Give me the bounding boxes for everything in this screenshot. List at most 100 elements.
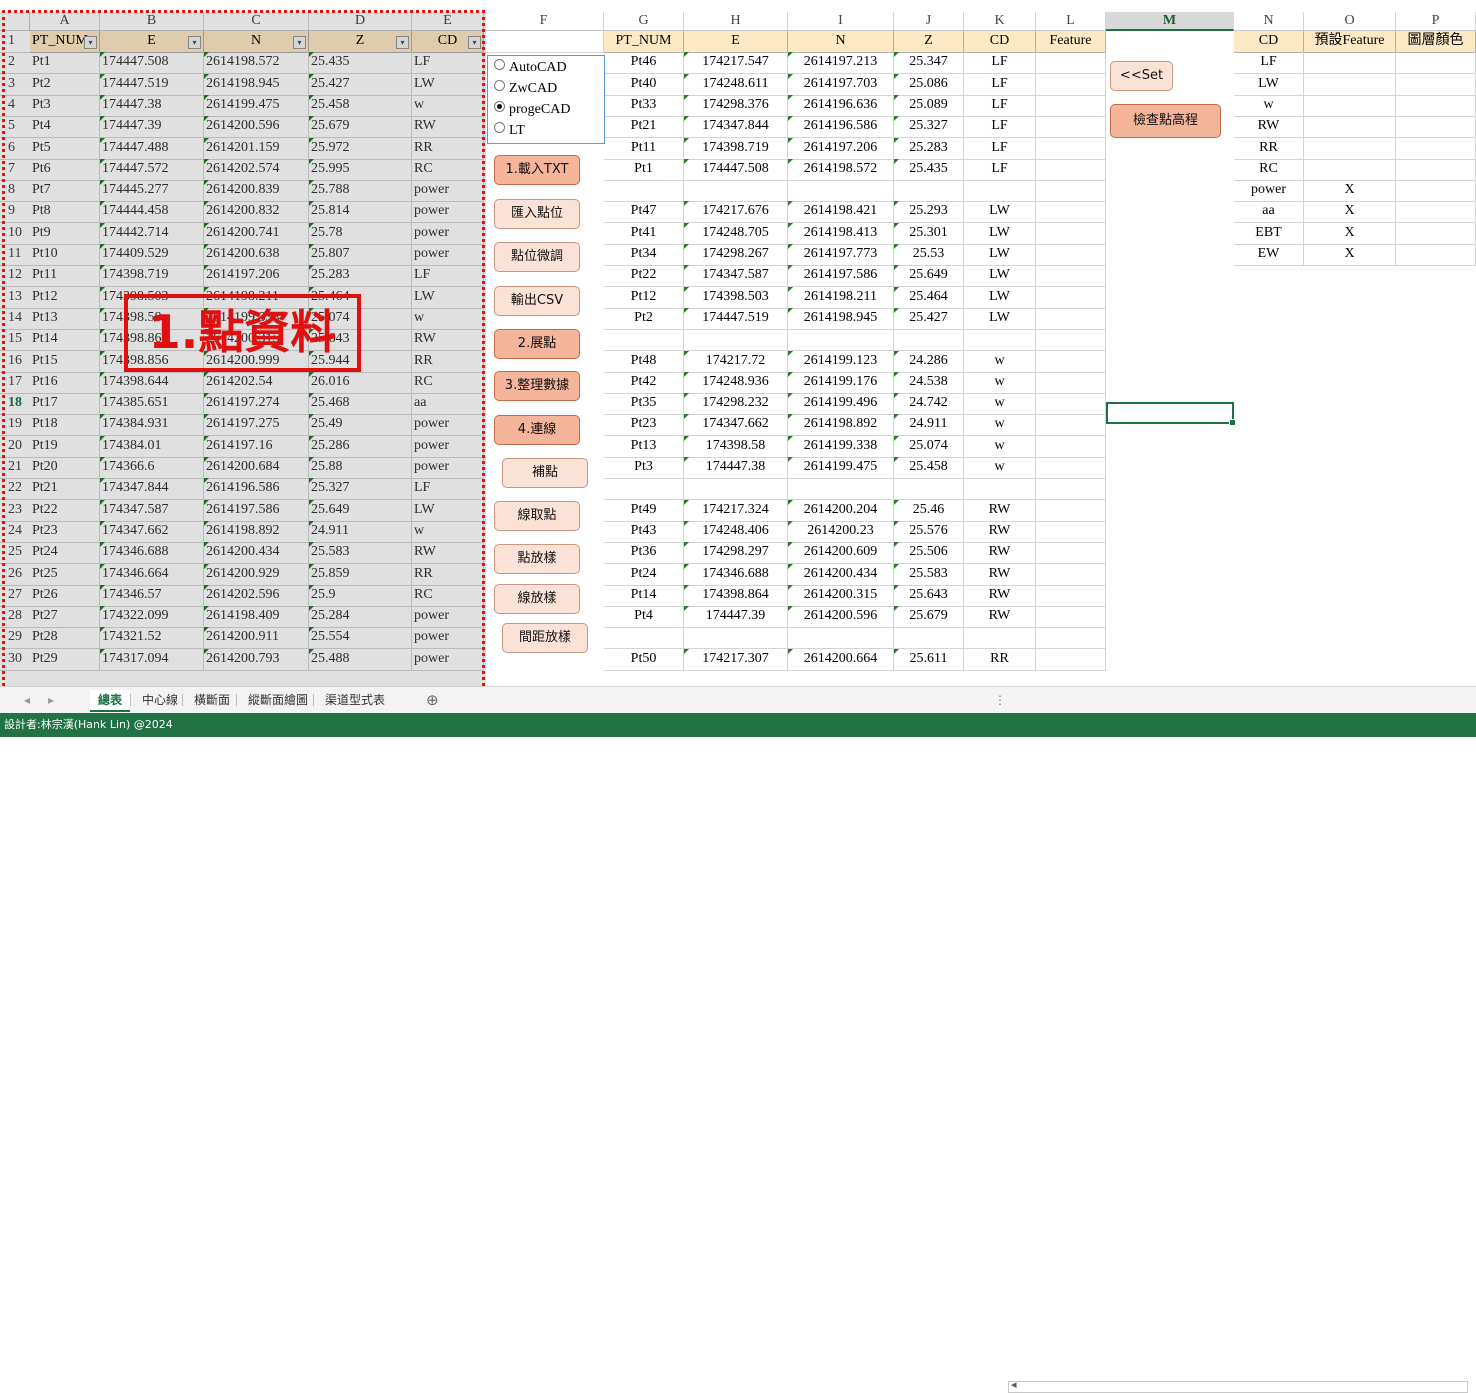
left-table-cell[interactable]: 25.427 [309,74,412,96]
macro-button-11[interactable]: 線放樣 [494,584,580,614]
scroll-split-icon[interactable]: ⋮ [986,690,1014,710]
row-number[interactable]: 12 [0,265,30,287]
right-table-cell[interactable]: Pt1 [604,159,684,181]
column-header-h[interactable]: H [684,12,788,31]
right-table-cell[interactable]: 25.576 [894,521,964,543]
code-table-cell[interactable] [1304,95,1396,117]
left-table-cell[interactable]: 174447.488 [100,138,204,160]
code-table-cell[interactable] [1304,52,1396,74]
right-table-cell[interactable]: 24.538 [894,372,964,394]
right-table-cell[interactable]: RW [964,500,1036,522]
right-table-cell[interactable]: 25.583 [894,564,964,586]
row-number[interactable]: 25 [0,542,30,564]
left-table-cell[interactable]: Pt1 [30,52,100,74]
macro-button-10[interactable]: 點放樣 [494,544,580,574]
right-table-cell[interactable]: RW [964,564,1036,586]
row-number[interactable]: 9 [0,201,30,223]
left-table-cell[interactable]: 174321.52 [100,627,204,649]
right-table-cell[interactable]: 174298.232 [684,393,788,415]
right-table-cell[interactable]: 25.086 [894,74,964,96]
feature-cell[interactable] [1036,95,1106,117]
feature-cell[interactable] [1036,542,1106,564]
right-table-cell[interactable]: 25.506 [894,542,964,564]
left-table-cell[interactable]: 174447.519 [100,74,204,96]
right-table-cell[interactable]: 2614198.572 [788,159,894,181]
right-header-feature[interactable]: Feature [1036,31,1106,53]
feature-cell[interactable] [1036,329,1106,351]
right-table-cell[interactable] [684,478,788,500]
row-number[interactable]: 3 [0,74,30,96]
feature-cell[interactable] [1036,52,1106,74]
feature-cell[interactable] [1036,585,1106,607]
code-table-cell[interactable]: w [1234,95,1304,117]
left-table-cell[interactable]: 25.88 [309,457,412,479]
right-table-cell[interactable]: Pt36 [604,542,684,564]
left-table-cell[interactable]: 174322.099 [100,606,204,628]
right-table-cell[interactable]: 25.679 [894,606,964,628]
radio-icon[interactable] [494,80,505,91]
sheet-tab-5[interactable]: 渠道型式表 [317,690,393,710]
left-table-cell[interactable]: LF [412,52,484,74]
left-table-cell[interactable]: 2614200.684 [204,457,309,479]
left-table-cell[interactable]: 174447.572 [100,159,204,181]
right-table-cell[interactable]: Pt48 [604,351,684,373]
left-table-cell[interactable]: 2614197.274 [204,393,309,415]
left-table-cell[interactable]: 174409.529 [100,244,204,266]
right-table-cell[interactable]: LW [964,287,1036,309]
left-table-cell[interactable]: 174346.57 [100,585,204,607]
row-number[interactable]: 29 [0,627,30,649]
right-table-cell[interactable]: 24.286 [894,351,964,373]
column-header-b[interactable]: B [100,12,204,31]
macro-button-8[interactable]: 補點 [502,458,588,488]
right-header-pt-num[interactable]: PT_NUM [604,31,684,53]
left-table-cell[interactable]: 2614200.911 [204,627,309,649]
row-number[interactable]: 21 [0,457,30,479]
left-table-cell[interactable]: Pt20 [30,457,100,479]
left-table-cell[interactable]: power [412,244,484,266]
right-table-cell[interactable]: Pt49 [604,500,684,522]
left-table-cell[interactable]: 2614200.638 [204,244,309,266]
right-table-cell[interactable]: RW [964,521,1036,543]
right-table-cell[interactable]: 174217.307 [684,649,788,671]
feature-cell[interactable] [1036,223,1106,245]
left-table-cell[interactable]: RW [412,329,484,351]
layer-color-cell[interactable] [1396,244,1476,266]
left-table-cell[interactable]: Pt8 [30,201,100,223]
column-header-k[interactable]: K [964,12,1036,31]
left-table-cell[interactable]: 2614197.586 [204,500,309,522]
left-table-cell[interactable]: 174444.458 [100,201,204,223]
left-table-cell[interactable]: power [412,627,484,649]
column-header-i[interactable]: I [788,12,894,31]
left-table-cell[interactable]: 25.327 [309,478,412,500]
layer-color-cell[interactable] [1396,116,1476,138]
feature-cell[interactable] [1036,564,1106,586]
right-table-cell[interactable]: 25.347 [894,52,964,74]
cad-option-lt[interactable]: LT [494,121,525,141]
right-table-cell[interactable] [788,329,894,351]
left-table-cell[interactable]: 174384.01 [100,436,204,458]
left-table-cell[interactable]: Pt16 [30,372,100,394]
feature-cell[interactable] [1036,478,1106,500]
left-table-cell[interactable]: Pt25 [30,564,100,586]
code-table-cell[interactable]: LF [1234,52,1304,74]
left-table-cell[interactable]: RR [412,564,484,586]
right-table-cell[interactable]: w [964,372,1036,394]
macro-button-3[interactable]: 點位微調 [494,242,580,272]
right-table-cell[interactable]: 2614197.213 [788,52,894,74]
right-table-cell[interactable]: 2614200.434 [788,564,894,586]
left-table-cell[interactable]: power [412,606,484,628]
row-number[interactable]: 13 [0,287,30,309]
layer-color-cell[interactable] [1396,52,1476,74]
left-table-cell[interactable]: Pt7 [30,180,100,202]
row-number[interactable]: 26 [0,564,30,586]
left-table-cell[interactable]: 2614196.586 [204,478,309,500]
right-table-cell[interactable]: LW [964,201,1036,223]
left-table-cell[interactable]: RC [412,585,484,607]
left-table-cell[interactable]: 25.814 [309,201,412,223]
code-table-cell[interactable] [1304,116,1396,138]
radio-icon[interactable] [494,122,505,133]
right-table-cell[interactable]: Pt46 [604,52,684,74]
right-table-cell[interactable]: 2614199.176 [788,372,894,394]
right-table-cell[interactable]: Pt14 [604,585,684,607]
active-cell-selection[interactable] [1106,402,1236,426]
